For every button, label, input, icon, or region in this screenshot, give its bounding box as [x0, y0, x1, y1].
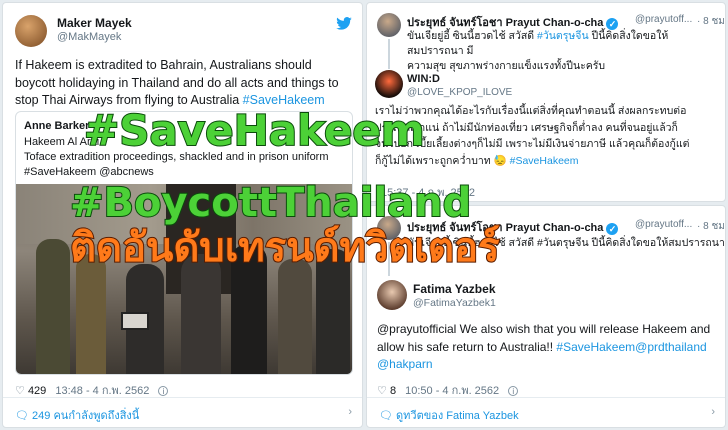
reply-text-line: เราไม่ว่าพวกคุณได้อะไรกับเรื่องนี้แต่สิ่…	[375, 105, 687, 117]
tweet-timestamp[interactable]: 10:50 - 4 ก.พ. 2562	[405, 385, 499, 397]
view-tweets-link[interactable]: 🗨 ดูทวีตของ Fatima Yazbek ›	[367, 397, 725, 427]
reply-text-line: ก็กู้ไม่ได้เพราะถูกคว่ำบาท 😓	[375, 154, 510, 167]
reply-text-line: ประเทศเราแน่ ถ้าไม่มีนักท่องเที่ยว เศรษฐ…	[375, 121, 678, 134]
quoted-author-name: Anne Barker	[24, 120, 90, 132]
speech-bubble-icon: 🗨	[379, 410, 393, 422]
like-count: 429	[27, 385, 47, 397]
reply-author-name[interactable]: Fatima Yazbek	[413, 282, 496, 296]
author-name-text: ประยุทธ์ จันทร์โอชา Prayut Chan-o-cha	[407, 17, 604, 29]
hashtag-link[interactable]: #SaveHakeem	[510, 155, 579, 167]
photo-person	[36, 239, 70, 374]
hashtag-link[interactable]: #SaveHakeem	[243, 93, 325, 107]
info-icon[interactable]: i	[508, 386, 519, 396]
reply-author-name[interactable]: WIN:D	[407, 73, 440, 85]
avatar[interactable]	[375, 70, 403, 98]
overlay-hashtag-boycott-thailand: #BoycottThailand	[69, 180, 472, 226]
overlay-caption: ติดอันดับเทรนด์ทวิตเตอร์	[69, 224, 500, 272]
author-handle[interactable]: @prayutoff...	[635, 14, 692, 25]
tweet-text: ขันเจียยู่อี้ ซินนี้ฮวดไช้ สวัสดี #วันตร…	[407, 29, 722, 74]
info-icon[interactable]: i	[158, 386, 169, 396]
quoted-text-3: #SaveHakeem @abcnews	[24, 166, 154, 178]
tweet-age: · 8 ชม.	[697, 16, 726, 27]
avatar[interactable]	[15, 15, 47, 47]
reply-author-handle[interactable]: @LOVE_KPOP_ILOVE	[407, 87, 512, 98]
speech-bubble-icon: 🗨	[15, 410, 29, 422]
photo-person	[76, 254, 106, 374]
thread-line	[388, 39, 390, 69]
heart-icon[interactable]: ♡	[15, 385, 25, 397]
reply-text: เราไม่ว่าพวกคุณได้อะไรกับเรื่องนี้แต่สิ่…	[375, 103, 723, 169]
avatar[interactable]	[377, 13, 401, 37]
tweet-timestamp[interactable]: 13:48 - 4 ก.พ. 2562	[55, 385, 149, 397]
reply-thread-card-top: ประยุทธ์ จันทร์โอชา Prayut Chan-o-cha ✓ …	[366, 2, 726, 202]
tweet-text-part: ความสุข สุขภาพร่างกายแข็งแรงทั้งปีนะครับ	[407, 60, 606, 72]
view-tweets-link-label: ดูทวีตของ Fatima Yazbek	[396, 410, 519, 422]
tweet-age: · 8 ชม.	[697, 221, 726, 232]
reply-text-line: จนไปอีก เบี้ยเลี้ยงต่างๆก็ไม่มี เพราะไม่…	[375, 138, 690, 150]
twitter-bird-icon	[336, 17, 352, 30]
author-handle[interactable]: @prayutoff...	[635, 219, 692, 230]
reply-text: @prayutofficial We also wish that you wi…	[377, 321, 719, 374]
conversation-link[interactable]: 🗨 249 คนกำลังพูดถึงสิ่งนี้ ›	[3, 397, 362, 427]
hashtag-link[interactable]: #วันตรุษจีน	[537, 30, 589, 42]
chevron-right-icon: ›	[711, 406, 715, 418]
photo-person	[278, 259, 312, 374]
photo-phone	[121, 312, 149, 330]
heart-icon[interactable]: ♡	[377, 385, 387, 397]
reply-author-handle[interactable]: @FatimaYazbek1	[413, 297, 496, 309]
conversation-link-label: 249 คนกำลังพูดถึงสิ่งนี้	[32, 410, 140, 422]
avatar[interactable]	[377, 280, 407, 310]
chevron-right-icon: ›	[348, 406, 352, 418]
like-count: 8	[389, 385, 397, 397]
tweet-text-part: ขันเจียยู่อี้ ซินนี้ฮวดไช้ สวัสดี	[407, 30, 538, 42]
tweet-text: If Hakeem is extradited to Bahrain, Aust…	[15, 57, 355, 110]
overlay-hashtag-save-hakeem: #SaveHakeem	[83, 106, 426, 155]
author-handle[interactable]: @MakMayek	[57, 31, 121, 43]
author-name[interactable]: Maker Mayek	[57, 16, 132, 30]
photo-person	[181, 254, 221, 374]
